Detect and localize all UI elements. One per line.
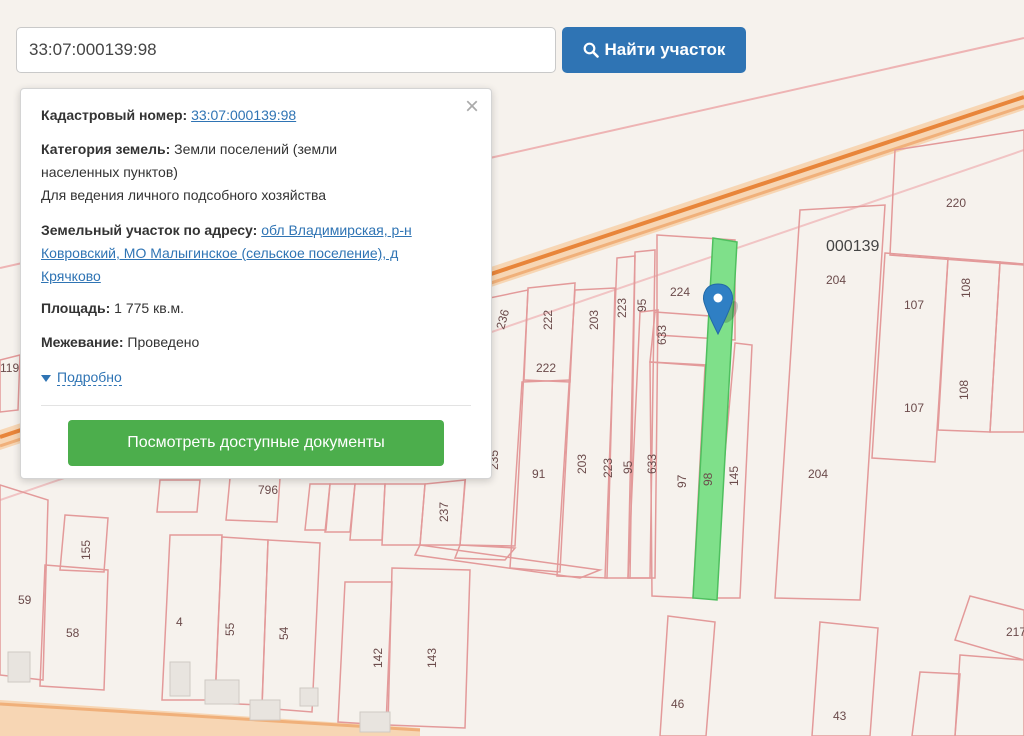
search-icon: [583, 42, 599, 58]
area-row: Площадь: 1 775 кв.м.: [41, 297, 477, 320]
cadastral-search-input[interactable]: [16, 27, 556, 73]
svg-text:145: 145: [727, 466, 741, 486]
land-category-value-2: населенных пунктов): [41, 164, 178, 180]
address-link-2[interactable]: Ковровский, МО Малыгинское (сельское пос…: [41, 245, 398, 261]
view-documents-button[interactable]: Посмотреть доступные документы: [68, 420, 444, 466]
svg-text:143: 143: [425, 648, 439, 668]
svg-text:108: 108: [959, 278, 973, 298]
survey-value: Проведено: [127, 334, 200, 350]
svg-text:107: 107: [904, 298, 924, 312]
cadastral-number-link[interactable]: 33:07:000139:98: [191, 107, 296, 123]
svg-text:204: 204: [826, 273, 846, 287]
survey-row: Межевание: Проведено: [41, 331, 477, 354]
svg-text:223: 223: [615, 298, 629, 318]
svg-text:95: 95: [621, 460, 635, 474]
svg-text:223: 223: [601, 458, 615, 478]
find-parcel-button[interactable]: Найти участок: [562, 27, 746, 73]
svg-text:633: 633: [655, 325, 669, 345]
land-category-value-1: Земли поселений (земли: [174, 141, 338, 157]
details-toggle[interactable]: Подробно: [41, 366, 477, 389]
svg-text:222: 222: [541, 310, 555, 330]
address-link-3[interactable]: Крячково: [41, 268, 101, 284]
svg-text:155: 155: [79, 540, 93, 560]
svg-text:222: 222: [536, 361, 556, 375]
survey-label: Межевание:: [41, 334, 124, 350]
svg-text:796: 796: [258, 483, 278, 497]
address-label: Земельный участок по адресу:: [41, 222, 258, 238]
find-parcel-label: Найти участок: [604, 40, 726, 59]
svg-text:58: 58: [66, 626, 80, 640]
svg-text:108: 108: [957, 380, 971, 400]
svg-text:55: 55: [223, 622, 237, 636]
svg-text:224: 224: [670, 285, 690, 299]
svg-text:000139: 000139: [826, 238, 879, 255]
svg-text:95: 95: [635, 298, 649, 312]
land-usage: Для ведения личного подсобного хозяйства: [41, 187, 327, 203]
svg-text:43: 43: [833, 709, 847, 723]
svg-text:633: 633: [645, 454, 659, 474]
svg-text:142: 142: [371, 648, 385, 668]
svg-text:203: 203: [587, 310, 601, 330]
parcel-info-popup: × Кадастровый номер: 33:07:000139:98 Кат…: [20, 88, 492, 479]
cadastral-number-row: Кадастровый номер: 33:07:000139:98: [41, 104, 477, 127]
area-value: 1 775 кв.м.: [114, 300, 185, 316]
triangle-down-icon: [41, 374, 51, 382]
svg-text:97: 97: [675, 474, 689, 488]
svg-text:107: 107: [904, 401, 924, 415]
divider: [41, 405, 471, 406]
svg-text:59: 59: [18, 593, 32, 607]
svg-text:204: 204: [808, 467, 828, 481]
details-toggle-label: Подробно: [57, 369, 122, 386]
land-category-row: Категория земель: Земли поселений (земли…: [41, 138, 477, 207]
svg-text:46: 46: [671, 697, 685, 711]
address-row: Земельный участок по адресу: обл Владими…: [41, 219, 477, 288]
svg-text:98: 98: [701, 472, 715, 486]
svg-text:4: 4: [176, 615, 183, 629]
svg-text:217: 217: [1006, 625, 1024, 639]
svg-text:203: 203: [575, 454, 589, 474]
address-link-1[interactable]: обл Владимирская, р-н: [261, 222, 412, 238]
cadastral-number-label: Кадастровый номер:: [41, 107, 188, 123]
svg-text:91: 91: [532, 467, 546, 481]
land-category-label: Категория земель:: [41, 141, 171, 157]
svg-text:119: 119: [0, 361, 19, 375]
svg-text:237: 237: [437, 502, 451, 522]
svg-text:54: 54: [277, 626, 291, 640]
area-label: Площадь:: [41, 300, 111, 316]
svg-text:220: 220: [946, 196, 966, 210]
